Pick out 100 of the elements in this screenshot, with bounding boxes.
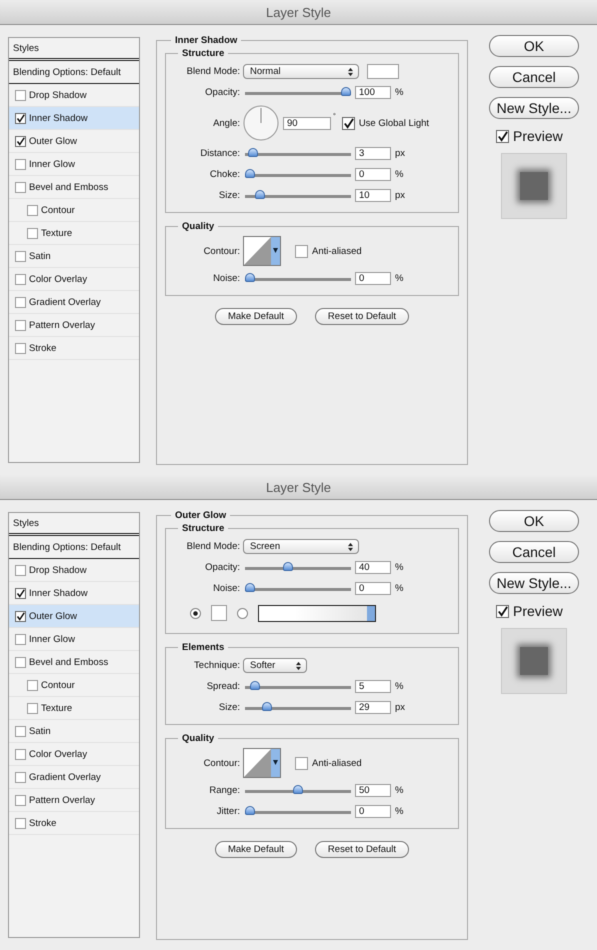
- list-item[interactable]: Gradient Overlay: [9, 766, 139, 789]
- checkbox[interactable]: [15, 182, 26, 192]
- list-item[interactable]: Pattern Overlay: [9, 314, 139, 337]
- color-swatch[interactable]: [367, 64, 399, 79]
- list-item[interactable]: Stroke: [9, 812, 139, 835]
- list-item[interactable]: Gradient Overlay: [9, 291, 139, 314]
- checkbox[interactable]: [15, 274, 26, 284]
- checkbox[interactable]: [15, 748, 26, 760]
- dialog-button[interactable]: OK: [489, 510, 579, 532]
- field-label: Angle:: [212, 118, 240, 128]
- slider-thumb[interactable]: [245, 583, 255, 592]
- input-field[interactable]: 100: [355, 86, 391, 99]
- checkbox[interactable]: [15, 112, 26, 124]
- list-item[interactable]: Outer Glow: [9, 605, 139, 628]
- list-header[interactable]: Styles: [9, 513, 139, 536]
- list-item[interactable]: Color Overlay: [9, 743, 139, 766]
- angle-dial[interactable]: [243, 105, 279, 141]
- list-item[interactable]: Drop Shadow: [9, 559, 139, 582]
- list-item[interactable]: Inner Glow: [9, 628, 139, 651]
- radio-button[interactable]: [237, 608, 248, 618]
- contour-picker[interactable]: [243, 748, 281, 778]
- list-item[interactable]: Texture: [9, 697, 139, 720]
- panel-button[interactable]: Reset to Default: [314, 841, 410, 858]
- list-item[interactable]: Blending Options: Default: [9, 536, 139, 559]
- dropdown[interactable]: Softer: [243, 658, 307, 673]
- dialog-button[interactable]: Cancel: [489, 541, 579, 563]
- input-field[interactable]: 0: [355, 805, 391, 818]
- checkbox[interactable]: [27, 204, 38, 216]
- checkbox[interactable]: [27, 702, 38, 714]
- list-item[interactable]: Inner Glow: [9, 153, 139, 176]
- checkbox[interactable]: [295, 244, 308, 258]
- slider-thumb[interactable]: [293, 785, 303, 794]
- input-field[interactable]: 29: [355, 701, 391, 714]
- panel-button[interactable]: Reset to Default: [314, 308, 410, 325]
- checkbox[interactable]: [15, 818, 26, 828]
- list-item[interactable]: Contour: [9, 199, 139, 222]
- gradient-picker[interactable]: [258, 604, 376, 622]
- input-field[interactable]: 10: [355, 189, 391, 202]
- contour-picker[interactable]: [243, 236, 281, 266]
- list-item[interactable]: Satin: [9, 245, 139, 268]
- checkbox[interactable]: [15, 342, 26, 354]
- slider-thumb[interactable]: [262, 702, 272, 711]
- checkbox[interactable]: [15, 726, 26, 736]
- list-header[interactable]: Styles: [9, 38, 139, 61]
- checkbox[interactable]: [15, 296, 26, 308]
- checkbox[interactable]: [295, 756, 308, 770]
- list-item[interactable]: Texture: [9, 222, 139, 245]
- input-field[interactable]: 5: [355, 680, 391, 693]
- checkbox[interactable]: [15, 588, 26, 598]
- input-field[interactable]: 50: [355, 784, 391, 797]
- list-item[interactable]: Color Overlay: [9, 268, 139, 291]
- list-item[interactable]: Bevel and Emboss: [9, 176, 139, 199]
- input-field[interactable]: 0: [355, 168, 391, 181]
- list-item[interactable]: Bevel and Emboss: [9, 651, 139, 674]
- list-item[interactable]: Blending Options: Default: [9, 61, 139, 84]
- slider-thumb[interactable]: [254, 190, 265, 199]
- checkbox[interactable]: [15, 794, 26, 806]
- checkbox[interactable]: [27, 680, 38, 690]
- list-item[interactable]: Satin: [9, 720, 139, 743]
- checkbox[interactable]: [496, 604, 509, 618]
- checkbox[interactable]: [342, 116, 355, 130]
- slider-thumb[interactable]: [248, 148, 258, 157]
- checkbox[interactable]: [15, 656, 26, 668]
- checkbox[interactable]: [496, 130, 509, 142]
- panel-button[interactable]: Make Default: [214, 308, 297, 325]
- dialog-button[interactable]: OK: [489, 35, 579, 57]
- list-item[interactable]: Inner Shadow: [9, 107, 139, 130]
- slider-thumb[interactable]: [245, 273, 255, 282]
- dialog-button[interactable]: Cancel: [489, 66, 579, 88]
- checkbox[interactable]: [15, 136, 26, 146]
- input-field[interactable]: 0: [355, 272, 391, 285]
- color-swatch[interactable]: [211, 605, 227, 621]
- checkbox[interactable]: [15, 564, 26, 576]
- panel-button[interactable]: Make Default: [214, 841, 297, 858]
- slider-thumb[interactable]: [250, 681, 260, 690]
- list-item[interactable]: Stroke: [9, 337, 139, 360]
- input-field[interactable]: 90: [283, 116, 331, 130]
- checkbox[interactable]: [15, 250, 26, 262]
- list-item[interactable]: Pattern Overlay: [9, 789, 139, 812]
- checkbox[interactable]: [15, 90, 26, 100]
- dialog-button[interactable]: New Style...: [489, 97, 579, 119]
- input-field[interactable]: 0: [355, 582, 391, 595]
- slider-thumb[interactable]: [245, 806, 255, 815]
- dialog-button[interactable]: New Style...: [489, 572, 579, 594]
- radio-button[interactable]: [190, 608, 201, 618]
- dropdown[interactable]: Normal: [243, 64, 359, 79]
- checkbox[interactable]: [15, 634, 26, 644]
- checkbox[interactable]: [15, 320, 26, 330]
- slider-thumb[interactable]: [283, 562, 294, 571]
- list-item[interactable]: Contour: [9, 674, 139, 697]
- dropdown[interactable]: Screen: [243, 539, 359, 554]
- checkbox[interactable]: [15, 158, 26, 170]
- list-item[interactable]: Outer Glow: [9, 130, 139, 153]
- checkbox[interactable]: [27, 228, 38, 238]
- slider-thumb[interactable]: [341, 87, 351, 96]
- input-field[interactable]: 40: [355, 561, 391, 574]
- checkbox[interactable]: [15, 610, 26, 622]
- checkbox[interactable]: [15, 772, 26, 782]
- slider-thumb[interactable]: [245, 169, 255, 178]
- input-field[interactable]: 3: [355, 147, 391, 160]
